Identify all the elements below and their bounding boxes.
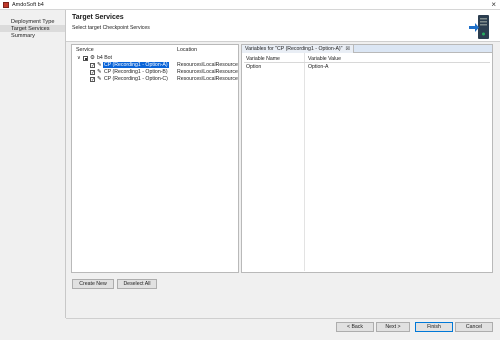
- next-button[interactable]: Next >: [376, 322, 410, 332]
- window-title: AmdoSoft b4: [12, 2, 44, 8]
- page-title: Target Services: [72, 14, 124, 21]
- wrench-icon: ✎: [97, 62, 102, 68]
- sidebar-item-summary[interactable]: Summary: [0, 32, 65, 39]
- finish-button[interactable]: Finish: [415, 322, 453, 332]
- root-checkbox[interactable]: [83, 55, 88, 61]
- app-icon: [3, 2, 9, 8]
- sidebar-item-target-services[interactable]: Target Services: [0, 25, 65, 32]
- item-checkbox[interactable]: ✓: [90, 76, 95, 82]
- column-header-variable-value: Variable Value: [308, 56, 341, 62]
- tree-item-location: Resources\LocalResource: [177, 62, 238, 68]
- item-checkbox[interactable]: ✓: [90, 62, 95, 68]
- page-subtitle: Select target Checkpoint Services: [72, 25, 150, 31]
- server-deploy-icon: [469, 15, 489, 39]
- column-divider: [304, 53, 305, 271]
- variable-name-cell: Option: [246, 64, 262, 70]
- item-checkbox[interactable]: ✓: [90, 69, 95, 75]
- variables-panel: Variables for "CP (Recording1 - Option-A…: [241, 44, 493, 273]
- tree-item-label: CP (Recording1 - Option-B): [104, 69, 168, 75]
- tree-item-location: Resources\LocalResource: [177, 76, 238, 82]
- variables-table: Variable Name Variable Value Option Opti…: [244, 55, 490, 71]
- create-new-button[interactable]: Create New: [72, 279, 114, 289]
- tree-item-label: CP (Recording1 - Option-A): [103, 62, 169, 68]
- tab-variables-label: Variables for "CP (Recording1 - Option-A…: [245, 46, 343, 52]
- tree-root-label: b4 Bot: [97, 55, 112, 61]
- title-bar: AmdoSoft b4 ×: [0, 0, 500, 10]
- tab-variables[interactable]: Variables for "CP (Recording1 - Option-A…: [242, 45, 354, 53]
- tree-item-location: Resources\LocalResource: [177, 69, 238, 75]
- bot-icon: ⚙: [90, 55, 95, 61]
- deselect-all-button[interactable]: Deselect All: [117, 279, 157, 289]
- wrench-icon: ✎: [97, 76, 102, 82]
- tree-item-option-c[interactable]: ✓ ✎ CP (Recording1 - Option-C) Resources…: [72, 76, 238, 82]
- wrench-icon: ✎: [97, 69, 102, 75]
- variable-value-cell[interactable]: Option-A: [308, 64, 328, 70]
- close-icon[interactable]: ☒: [345, 46, 349, 52]
- wizard-steps-sidebar: Deployment Type Target Services Summary: [0, 10, 66, 318]
- sidebar-item-deployment-type[interactable]: Deployment Type: [0, 18, 65, 25]
- page-header: Target Services Select target Checkpoint…: [66, 10, 500, 42]
- tree-item-option-a[interactable]: ✓ ✎ CP (Recording1 - Option-A) Resources…: [72, 62, 238, 68]
- chevron-down-icon[interactable]: ∨: [77, 55, 81, 61]
- column-header-location: Location: [177, 47, 198, 53]
- variables-tab-bar: Variables for "CP (Recording1 - Option-A…: [242, 45, 492, 53]
- tree-root-row[interactable]: ∨ ⚙ b4 Bot: [72, 55, 238, 61]
- cancel-button[interactable]: Cancel: [455, 322, 493, 332]
- close-icon[interactable]: ×: [491, 0, 496, 9]
- column-header-service: Service: [76, 47, 94, 53]
- service-tree-panel: Service Location ∨ ⚙ b4 Bot ✓ ✎ CP (Reco…: [71, 44, 239, 273]
- back-button[interactable]: < Back: [336, 322, 374, 332]
- column-header-variable-name: Variable Name: [246, 56, 280, 62]
- tree-item-option-b[interactable]: ✓ ✎ CP (Recording1 - Option-B) Resources…: [72, 69, 238, 75]
- table-row[interactable]: Option Option-A: [244, 63, 490, 71]
- tree-item-label: CP (Recording1 - Option-C): [104, 76, 168, 82]
- table-header: Variable Name Variable Value: [244, 55, 490, 63]
